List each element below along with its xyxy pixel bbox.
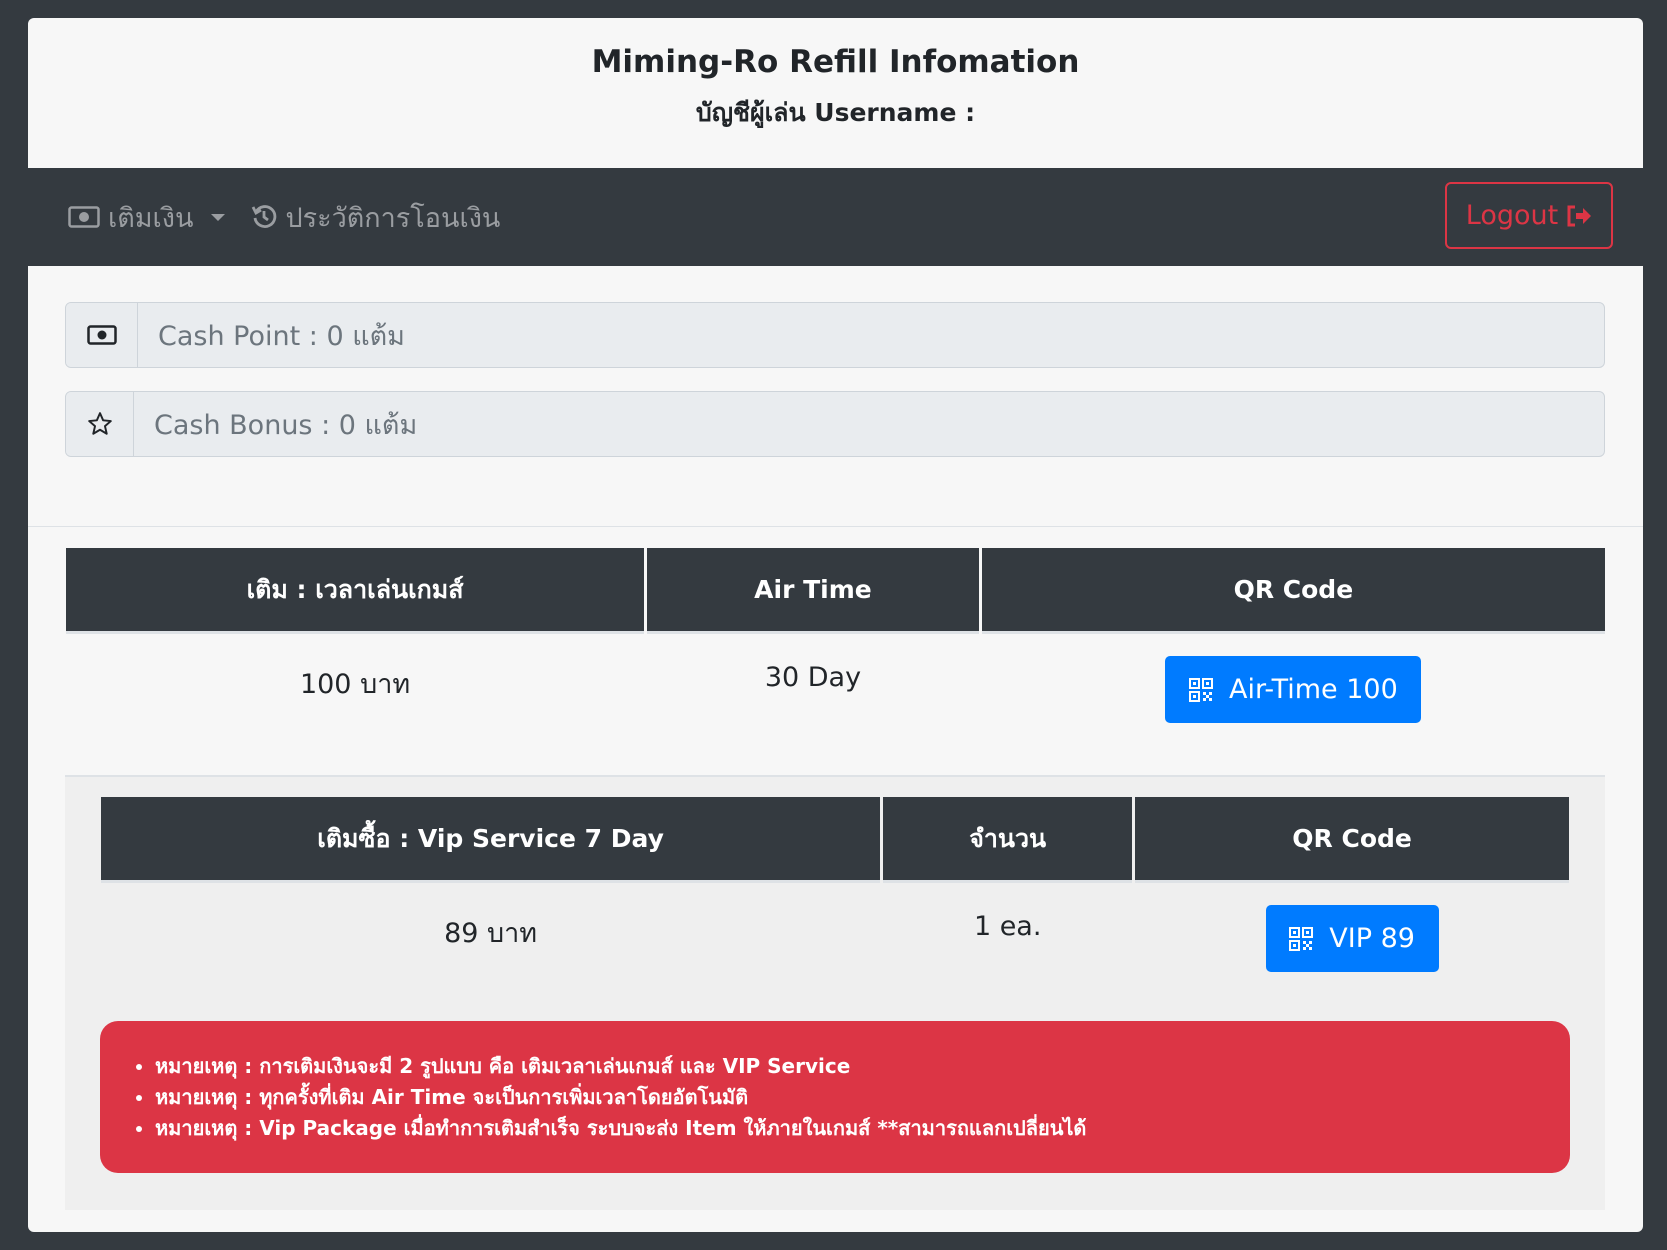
table-row: 89 บาท 1 ea. VIP 89 [101, 883, 1569, 972]
chevron-down-icon [211, 213, 226, 221]
notes-alert: หมายเหตุ : การเติมเงินจะมี 2 รูปแบบ คือ … [100, 1021, 1570, 1173]
airtime-header-airtime: Air Time [647, 548, 979, 634]
qrcode-icon [1289, 926, 1314, 951]
refill-card: Miming-Ro Refill Infomation บัญชีผู้เล่น… [28, 18, 1643, 1232]
page-title: Miming-Ro Refill Infomation [591, 44, 1080, 80]
vip-header-quantity: จำนวน [883, 797, 1133, 883]
vip-panel: เติมซื้อ : Vip Service 7 Day จำนวน QR Co… [65, 775, 1605, 1210]
cash-point-addon [66, 303, 138, 367]
nav-topup-label: เติมเงิน [108, 202, 194, 234]
star-icon [87, 412, 112, 435]
sign-out-icon [1567, 205, 1592, 226]
qrcode-icon [1188, 677, 1213, 702]
logout-label: Logout [1465, 200, 1559, 231]
list-item: หมายเหตุ : การเติมเงินจะมี 2 รูปแบบ คือ … [155, 1051, 1570, 1082]
navbar: เติมเงิน ประวัติการโอนเงิน Logout [28, 168, 1643, 266]
cash-bonus-addon [66, 392, 134, 456]
cash-bonus-field: Cash Bonus : 0 แต้ม [65, 391, 1605, 457]
logout-button[interactable]: Logout [1445, 182, 1613, 249]
money-icon [68, 206, 100, 228]
list-item: หมายเหตุ : ทุกครั้งที่เติม Air Time จะเป… [155, 1082, 1570, 1113]
vip-table: เติมซื้อ : Vip Service 7 Day จำนวน QR Co… [98, 797, 1572, 972]
cash-point-field: Cash Point : 0 แต้ม [65, 302, 1605, 368]
cash-point-value: Cash Point : 0 แต้ม [158, 320, 405, 352]
history-icon [252, 205, 277, 228]
cash-bonus-value: Cash Bonus : 0 แต้ม [154, 409, 418, 441]
nav-topup-dropdown[interactable]: เติมเงิน [68, 196, 226, 239]
nav-transfer-history[interactable]: ประวัติการโอนเงิน [251, 196, 500, 239]
vip-header-qr: QR Code [1135, 797, 1569, 883]
vip-qr-cell: VIP 89 [1135, 883, 1569, 972]
page-header: Miming-Ro Refill Infomation บัญชีผู้เล่น… [28, 18, 1643, 168]
airtime-100-qr-button[interactable]: Air-Time 100 [1165, 656, 1422, 723]
airtime-price: 100 บาท [299, 669, 411, 700]
section-divider [28, 526, 1643, 527]
airtime-header-topup: เติม : เวลาเล่นเกมส์ [66, 548, 645, 634]
vip-quantity: 1 ea. [973, 911, 1042, 942]
vip-header-topup: เติมซื้อ : Vip Service 7 Day [101, 797, 881, 883]
airtime-button-label: Air-Time 100 [1228, 674, 1398, 705]
airtime-table: เติม : เวลาเล่นเกมส์ Air Time QR Code 10… [63, 548, 1608, 723]
vip-price: 89 บาท [444, 918, 538, 949]
vip-button-label: VIP 89 [1329, 923, 1415, 954]
airtime-duration: 30 Day [764, 662, 862, 693]
notes-list: หมายเหตุ : การเติมเงินจะมี 2 รูปแบบ คือ … [155, 1051, 1570, 1144]
airtime-qr-cell: Air-Time 100 [982, 634, 1605, 723]
list-item: หมายเหตุ : Vip Package เมื่อทำการเติมสำเ… [155, 1113, 1570, 1144]
vip-89-qr-button[interactable]: VIP 89 [1265, 905, 1439, 972]
username-label: บัญชีผู้เล่น Username : [695, 98, 976, 128]
money-icon [86, 325, 117, 345]
airtime-header-qr: QR Code [981, 548, 1605, 634]
nav-history-label: ประวัติการโอนเงิน [285, 202, 501, 234]
table-row: 100 บาท 30 Day Air-Time 100 [66, 634, 1605, 723]
